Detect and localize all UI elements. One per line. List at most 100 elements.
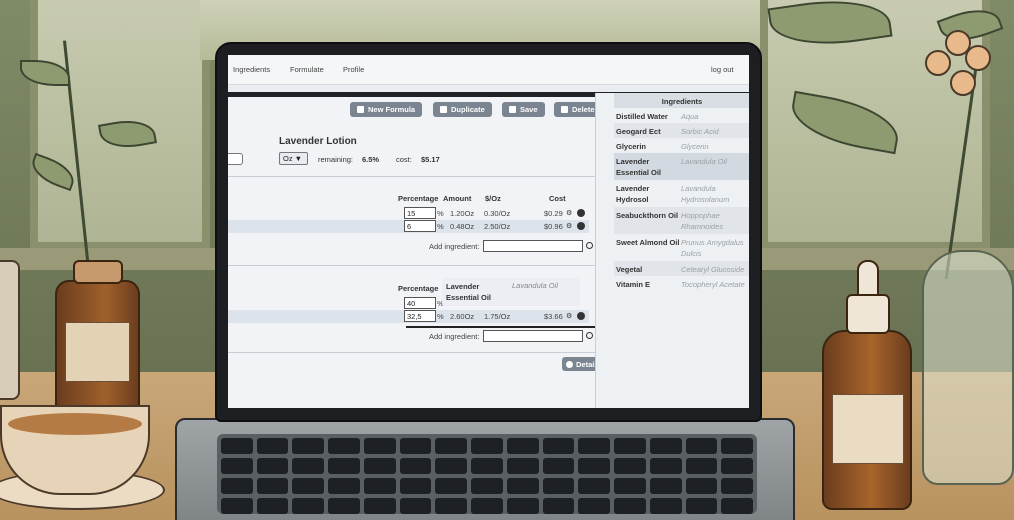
price-per-oz: 2.50/Oz — [484, 222, 511, 231]
keyboard-key — [221, 458, 253, 474]
divider — [228, 176, 603, 177]
search-icon[interactable] — [586, 332, 593, 339]
glass-vase — [922, 250, 1014, 485]
amount-value: 2.60Oz — [450, 312, 475, 321]
keyboard-key — [363, 498, 396, 514]
ingredient-item[interactable]: Sweet Almond Oil Prunus Amygdalus Dulcis — [614, 234, 749, 261]
formula-row: 15 % 1.20Oz 0.30/Oz $0.29 ⚙ — [228, 207, 589, 220]
keyboard-key — [685, 478, 718, 494]
keyboard-key — [471, 478, 503, 494]
keyboard-key — [221, 478, 253, 494]
app-screen: Ingredients Formulate Profile log out Ne… — [228, 55, 749, 408]
top-navigation: Ingredients Formulate Profile log out — [228, 55, 749, 85]
ingredient-item[interactable]: Lavender Hydrosol Lavandula Hydrosolanum — [614, 180, 749, 207]
col-percentage: Percentage — [398, 284, 439, 293]
info-icon — [566, 360, 573, 368]
settings-icon[interactable]: ⚙ — [566, 222, 572, 230]
keyboard-key — [471, 438, 503, 454]
ingredient-item[interactable]: Seabuckthorn Oil Hoppophae Rhamnoides — [614, 207, 749, 234]
keyboard-key — [614, 478, 646, 494]
ingredient-item[interactable]: Distilled Water Aqua — [614, 108, 749, 123]
remove-icon[interactable] — [577, 312, 585, 320]
row-cost: $3.66 — [544, 312, 563, 321]
keyboard-key — [435, 478, 468, 494]
drop-indicator — [406, 326, 607, 328]
keyboard-key — [578, 438, 611, 454]
keyboard-key — [649, 458, 682, 474]
percentage-input[interactable]: 6 — [404, 220, 436, 232]
price-per-oz: 0.30/Oz — [484, 209, 511, 218]
dragged-ingredient[interactable]: Lavender Essential Oil Lavandula Oil — [442, 278, 580, 306]
save-button[interactable]: Save — [502, 102, 545, 117]
flower — [945, 30, 971, 56]
formula-row: 32,5 % 2.60Oz 1.75/Oz $3.66 ⚙ — [228, 310, 589, 323]
percentage-input[interactable]: 40 — [404, 297, 436, 309]
settings-icon[interactable]: ⚙ — [566, 312, 572, 320]
remove-icon[interactable] — [577, 209, 585, 217]
keyboard-key — [721, 458, 753, 474]
keyboard-key — [721, 438, 753, 454]
keyboard-key — [542, 478, 575, 494]
remaining-value: 6.5% — [362, 155, 380, 164]
add-ingredient-label: Add ingredient: — [429, 242, 480, 251]
keyboard-key — [292, 458, 325, 474]
ingredient-item[interactable]: Glycerin Glycerin — [614, 138, 749, 153]
trash-icon — [561, 106, 568, 113]
keyboard-key — [471, 498, 503, 514]
tin-can — [0, 260, 20, 400]
percentage-input[interactable]: 15 — [404, 207, 436, 219]
keyboard-key — [399, 438, 432, 454]
keyboard-key — [399, 458, 432, 474]
ingredient-item[interactable]: Geogard Ect Sorbic Acid — [614, 123, 749, 138]
keyboard-key — [435, 458, 468, 474]
keyboard-key — [292, 478, 325, 494]
nav-profile[interactable]: Profile — [343, 65, 364, 74]
keyboard-key — [649, 498, 682, 514]
add-ingredient-label: Add ingredient: — [429, 332, 480, 341]
ingredient-item[interactable]: Vegetal Cetearyl Glucoside — [614, 261, 749, 276]
flower — [925, 50, 951, 76]
keyboard-key — [328, 498, 360, 514]
keyboard-key — [506, 438, 539, 454]
keyboard-key — [363, 478, 396, 494]
keyboard-key — [292, 498, 325, 514]
keyboard-key — [506, 458, 539, 474]
amount-value: 1.20Oz — [450, 209, 475, 218]
unit-select[interactable]: Oz ▼ — [279, 152, 308, 165]
col-amount: Amount — [443, 194, 472, 203]
logout-link[interactable]: log out — [711, 65, 734, 74]
keyboard — [217, 434, 757, 514]
duplicate-button[interactable]: Duplicate — [433, 102, 492, 117]
keyboard-key — [256, 458, 289, 474]
add-ingredient-input[interactable] — [483, 330, 583, 342]
amount-value: 0.48Oz — [450, 222, 475, 231]
keyboard-key — [685, 458, 718, 474]
remove-icon[interactable] — [577, 222, 585, 230]
nav-formulate[interactable]: Formulate — [290, 65, 324, 74]
keyboard-key — [614, 438, 646, 454]
ingredient-item[interactable]: Vitamin E Tocopheryl Acetate — [614, 276, 749, 291]
formula-batch-input[interactable] — [228, 153, 243, 165]
price-per-oz: 1.75/Oz — [484, 312, 511, 321]
ingredient-item[interactable]: Lavender Essential Oil Lavandula Oil — [614, 153, 749, 180]
search-icon[interactable] — [586, 242, 593, 249]
keyboard-key — [435, 498, 468, 514]
keyboard-key — [328, 458, 360, 474]
tea-cup — [0, 405, 150, 495]
col-per-oz: $/Oz — [485, 194, 501, 203]
keyboard-key — [614, 498, 646, 514]
new-formula-button[interactable]: New Formula — [350, 102, 423, 117]
keyboard-key — [542, 498, 575, 514]
keyboard-key — [221, 438, 253, 454]
settings-icon[interactable]: ⚙ — [566, 209, 572, 217]
keyboard-key — [542, 438, 575, 454]
nav-ingredients[interactable]: Ingredients — [233, 65, 270, 74]
keyboard-key — [614, 458, 646, 474]
percentage-input[interactable]: 32,5 — [404, 310, 436, 322]
add-ingredient-input[interactable] — [483, 240, 583, 252]
ingredients-panel-title: Ingredients — [614, 93, 749, 108]
dropper-bottle — [822, 260, 912, 510]
laptop-base — [175, 418, 795, 520]
keyboard-key — [435, 438, 468, 454]
remaining-label: remaining: — [318, 155, 354, 164]
